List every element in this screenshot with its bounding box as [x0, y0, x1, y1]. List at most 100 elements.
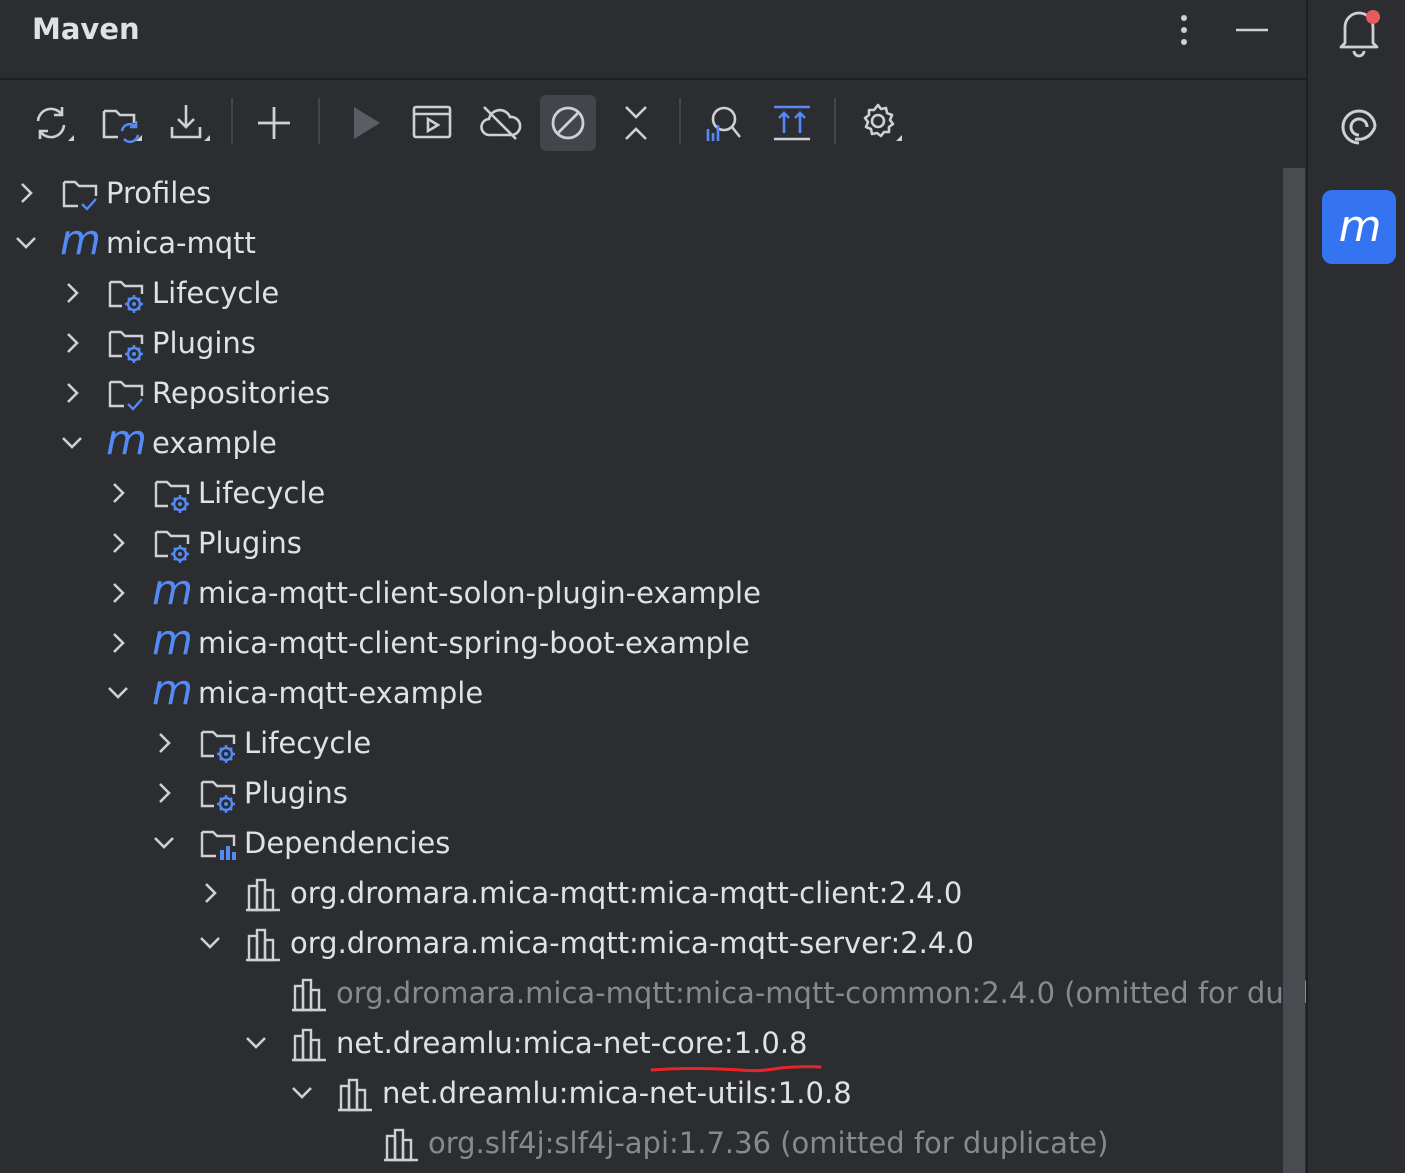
reload-all-projects-icon	[36, 107, 74, 141]
toolbar-separator	[679, 98, 681, 144]
tool-window-header: Maven	[0, 0, 1306, 80]
toggle-offline-button[interactable]	[472, 95, 528, 151]
maven-module-icon: m	[60, 215, 101, 264]
tree-row[interactable]: net.dreamlu:mica-net-core:1.0.8	[0, 1018, 1306, 1068]
tree-row[interactable]: Lifecycle	[0, 468, 1306, 518]
more-options-button[interactable]	[1162, 8, 1206, 52]
tree-row[interactable]: m mica-mqtt-client-solon-plugin-example	[0, 568, 1306, 618]
tree-row-label: Lifecycle	[244, 726, 372, 760]
tree-row-label: org.dromara.mica-mqtt:mica-mqtt-server:2…	[290, 926, 975, 960]
settings-icon	[863, 103, 902, 141]
maven-module-icon: m	[152, 565, 193, 614]
ai-assistant-icon	[1341, 109, 1377, 145]
tree-row-label: Lifecycle	[152, 276, 280, 310]
library-icon	[244, 874, 284, 914]
folder-gear-icon	[152, 474, 192, 514]
chevron-down-icon[interactable]	[150, 828, 178, 858]
chevron-down-icon[interactable]	[288, 1078, 316, 1108]
folder-check-icon	[60, 174, 100, 214]
tree-row[interactable]: m example	[0, 418, 1306, 468]
tree-row-label: Lifecycle	[198, 476, 326, 510]
ai-assistant-button[interactable]	[1322, 90, 1396, 164]
maven-tool-window-button[interactable]: m	[1322, 190, 1396, 264]
tree-row-label: mica-mqtt	[106, 226, 256, 260]
chevron-right-icon[interactable]	[104, 528, 132, 558]
library-icon	[290, 974, 330, 1014]
reload-folder-button[interactable]	[92, 95, 148, 151]
collapse-all-button[interactable]	[608, 95, 664, 151]
tree-row-label: org.slf4j:slf4j-api:1.7.36 (omitted for …	[428, 1126, 1109, 1160]
tree-row[interactable]: Repositories	[0, 368, 1306, 418]
settings-button[interactable]	[852, 95, 908, 151]
maven-tool-window-icon: m	[1338, 201, 1382, 252]
tree-row[interactable]: Dependencies	[0, 818, 1306, 868]
chevron-right-icon[interactable]	[104, 478, 132, 508]
folder-gear-icon	[152, 524, 192, 564]
execute-goal-icon	[412, 105, 452, 139]
maven-project-tree: Profiles m mica-mqtt Lifecycle Plugins Rep…	[0, 168, 1306, 1173]
chevron-down-icon[interactable]	[196, 928, 224, 958]
run-button[interactable]	[336, 95, 392, 151]
maven-module-icon: m	[152, 615, 193, 664]
show-diagram-icon	[774, 105, 810, 141]
chevron-down-icon[interactable]	[104, 678, 132, 708]
chevron-right-icon[interactable]	[104, 628, 132, 658]
minimize-button[interactable]	[1230, 8, 1274, 52]
chevron-right-icon[interactable]	[58, 328, 86, 358]
notifications-button[interactable]	[1322, 0, 1396, 68]
right-tool-strip: m	[1306, 0, 1405, 1173]
chevron-right-icon[interactable]	[12, 178, 40, 208]
tree-row[interactable]: m mica-mqtt-client-spring-boot-example	[0, 618, 1306, 668]
tool-window-title: Maven	[32, 12, 140, 46]
chevron-down-icon[interactable]	[12, 228, 40, 258]
toggle-offline-icon	[480, 106, 522, 140]
tree-row[interactable]: org.slf4j:slf4j-api:1.7.36 (omitted for …	[0, 1118, 1306, 1168]
download-sources-button[interactable]	[160, 95, 216, 151]
library-icon	[336, 1074, 376, 1114]
tree-row[interactable]: Plugins	[0, 518, 1306, 568]
folder-gear-icon	[106, 274, 146, 314]
chevron-down-icon[interactable]	[58, 428, 86, 458]
chevron-right-icon[interactable]	[150, 778, 178, 808]
tree-row[interactable]: Profiles	[0, 168, 1306, 218]
toolbar-separator	[318, 98, 320, 144]
chevron-right-icon[interactable]	[58, 378, 86, 408]
analyze-dependencies-button[interactable]	[694, 95, 750, 151]
execute-goal-button[interactable]	[404, 95, 460, 151]
chevron-down-icon[interactable]	[242, 1028, 270, 1058]
add-project-icon	[258, 107, 290, 139]
maven-module-icon: m	[106, 415, 147, 464]
skip-tests-button[interactable]	[540, 95, 596, 151]
run-icon	[354, 107, 380, 139]
toolbar-separator	[834, 98, 836, 144]
tree-row[interactable]: m mica-mqtt	[0, 218, 1306, 268]
tree-row-label: mica-mqtt-example	[198, 676, 484, 710]
chevron-right-icon[interactable]	[150, 728, 178, 758]
chevron-right-icon[interactable]	[58, 278, 86, 308]
chevron-right-icon[interactable]	[104, 578, 132, 608]
chevron-right-icon[interactable]	[196, 878, 224, 908]
notifications-icon	[1339, 10, 1380, 58]
vertical-scrollbar[interactable]	[1283, 168, 1305, 1173]
tree-row[interactable]: m mica-mqtt-example	[0, 668, 1306, 718]
tree-row[interactable]: org.dromara.mica-mqtt:mica-mqtt-server:2…	[0, 918, 1306, 968]
tree-row[interactable]: Plugins	[0, 318, 1306, 368]
tree-row[interactable]: org.dromara.mica-mqtt:mica-mqtt-client:2…	[0, 868, 1306, 918]
tree-row[interactable]: Plugins	[0, 768, 1306, 818]
tree-row[interactable]: Lifecycle	[0, 268, 1306, 318]
reload-all-button[interactable]	[24, 95, 80, 151]
tree-row-label: net.dreamlu:mica-net-core:1.0.8	[336, 1026, 808, 1060]
reload-folder-icon	[102, 109, 142, 144]
add-project-button[interactable]	[246, 95, 302, 151]
show-diagram-button[interactable]	[764, 95, 820, 151]
analyze-dependencies-icon	[706, 106, 742, 141]
tree-row-label: Dependencies	[244, 826, 451, 860]
skip-tests-icon	[551, 106, 585, 140]
tree-row-label: net.dreamlu:mica-net-utils:1.0.8	[382, 1076, 852, 1110]
maven-module-icon: m	[152, 665, 193, 714]
tree-row-label: Plugins	[152, 326, 256, 360]
tree-row[interactable]: Lifecycle	[0, 718, 1306, 768]
folder-dependencies-icon	[198, 824, 238, 864]
red-underline-annotation	[650, 1065, 822, 1073]
tree-row[interactable]: org.dromara.mica-mqtt:mica-mqtt-common:2…	[0, 968, 1306, 1018]
